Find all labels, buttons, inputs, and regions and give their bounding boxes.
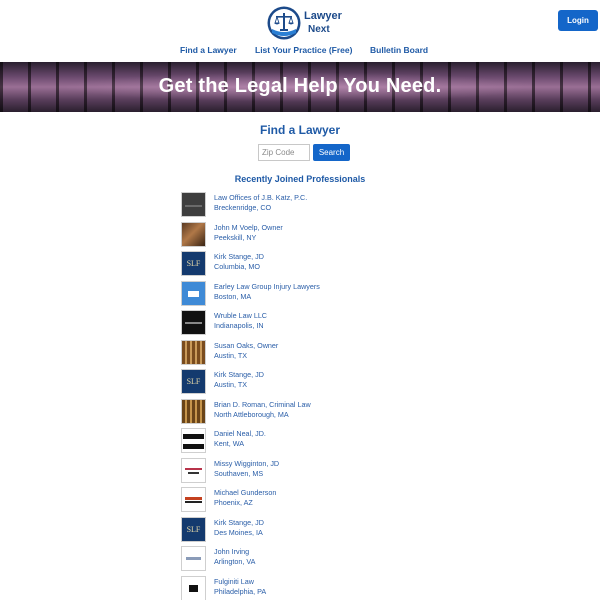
list-item[interactable]: SLF Kirk Stange, JD Des Moines, IA <box>181 516 441 547</box>
professional-name[interactable]: Law Offices of J.B. Katz, P.C. <box>214 193 307 203</box>
professional-name[interactable]: Wruble Law LLC <box>214 311 267 321</box>
firm-logo-icon: SLF <box>186 377 201 386</box>
list-item[interactable]: Law Offices of J.B. Katz, P.C. Breckenrid… <box>181 192 441 222</box>
login-button[interactable]: Login <box>558 10 598 31</box>
nav-list-your-practice[interactable]: List Your Practice (Free) <box>255 45 352 55</box>
professional-location: North Attleborough, MA <box>214 409 289 419</box>
list-item[interactable]: Wruble Law LLC Indianapolis, IN <box>181 310 441 340</box>
logo-line-1: Lawyer <box>304 10 342 22</box>
recently-joined-title: Recently Joined Professionals <box>234 174 366 184</box>
profile-thumbnail[interactable] <box>181 398 206 424</box>
firm-logo-icon: SLF <box>186 259 201 268</box>
list-item[interactable]: SLF Kirk Stange, JD Columbia, MO <box>181 251 441 281</box>
list-item[interactable]: Susan Oaks, Owner Austin, TX <box>181 339 441 370</box>
scales-of-justice-icon <box>267 6 301 40</box>
profile-thumbnail[interactable] <box>181 575 206 600</box>
professional-location: Austin, TX <box>214 380 248 389</box>
professional-name[interactable]: John M Voelp, Owner <box>214 223 283 233</box>
professional-location: Austin, TX <box>214 350 248 360</box>
profile-thumbnail[interactable] <box>181 192 206 217</box>
zip-search-form: Search <box>258 144 350 161</box>
professional-location: Southaven, MS <box>214 468 264 478</box>
list-item[interactable]: Fulginiti Law Philadelphia, PA <box>181 575 441 600</box>
list-item[interactable]: Daniel Neal, JD. Kent, WA <box>181 428 441 458</box>
main-nav: Find a Lawyer List Your Practice (Free) … <box>0 45 600 59</box>
site-logo[interactable]: Lawyer Next <box>266 5 342 41</box>
professional-name[interactable]: Brian D. Roman, Criminal Law <box>214 400 311 410</box>
profile-thumbnail[interactable] <box>181 546 206 571</box>
logo-line-2: Next <box>308 24 330 35</box>
professional-location: Indianapolis, IN <box>214 321 264 330</box>
professional-name[interactable]: Kirk Stange, JD <box>214 252 264 262</box>
profile-thumbnail[interactable] <box>181 280 206 306</box>
profile-thumbnail[interactable] <box>181 487 206 512</box>
list-item[interactable]: John Irving Arlington, VA <box>181 546 441 576</box>
list-item[interactable]: John M Voelp, Owner Peekskill, NY <box>181 221 441 252</box>
zip-code-input[interactable] <box>258 144 310 161</box>
list-item[interactable]: Michael Gunderson Phoenix, AZ <box>181 487 441 517</box>
professional-name[interactable]: Missy Wigginton, JD <box>214 459 279 469</box>
nav-bulletin-board[interactable]: Bulletin Board <box>370 45 428 55</box>
professional-location: Breckenridge, CO <box>214 203 272 212</box>
list-item[interactable]: SLF Kirk Stange, JD Austin, TX <box>181 369 441 399</box>
profile-thumbnail[interactable]: SLF <box>181 251 206 276</box>
profile-thumbnail[interactable] <box>181 339 206 365</box>
professional-name[interactable]: Kirk Stange, JD <box>214 518 264 528</box>
profile-thumbnail[interactable] <box>181 428 206 453</box>
recent-professionals-list: Law Offices of J.B. Katz, P.C. Breckenrid… <box>181 192 441 600</box>
list-item[interactable]: Missy Wigginton, JD Southaven, MS <box>181 457 441 488</box>
professional-name[interactable]: John Irving <box>214 547 255 557</box>
list-item[interactable]: Brian D. Roman, Criminal Law North Attleb… <box>181 398 441 429</box>
profile-thumbnail[interactable] <box>181 221 206 247</box>
profile-thumbnail[interactable]: SLF <box>181 516 206 542</box>
professional-location: Philadelphia, PA <box>214 586 267 596</box>
professional-name[interactable]: Earley Law Group Injury Lawyers <box>214 282 320 292</box>
search-button[interactable]: Search <box>313 144 350 161</box>
hero-title: Get the Legal Help You Need. <box>158 75 442 97</box>
professional-location: Columbia, MO <box>214 262 260 271</box>
hero-banner: Get the Legal Help You Need. <box>0 62 600 112</box>
professional-location: Arlington, VA <box>214 557 256 566</box>
professional-location: Kent, WA <box>214 439 245 448</box>
professional-name[interactable]: Susan Oaks, Owner <box>214 341 278 351</box>
nav-find-a-lawyer[interactable]: Find a Lawyer <box>180 45 237 55</box>
professional-name[interactable]: Kirk Stange, JD <box>214 370 264 380</box>
professional-location: Peekskill, NY <box>214 232 257 242</box>
list-item[interactable]: Earley Law Group Injury Lawyers Boston, M… <box>181 280 441 311</box>
professional-location: Boston, MA <box>214 291 252 301</box>
professional-name[interactable]: Michael Gunderson <box>214 488 276 498</box>
firm-logo-icon: SLF <box>186 524 201 534</box>
profile-thumbnail[interactable] <box>181 457 206 483</box>
professional-name[interactable]: Fulginiti Law <box>214 577 266 587</box>
find-lawyer-title: Find a Lawyer <box>259 123 341 137</box>
profile-thumbnail[interactable]: SLF <box>181 369 206 394</box>
profile-thumbnail[interactable] <box>181 310 206 335</box>
logo-wordmark: Lawyer Next <box>304 10 342 36</box>
professional-location: Des Moines, IA <box>214 527 263 537</box>
professional-name[interactable]: Daniel Neal, JD. <box>214 429 266 439</box>
professional-location: Phoenix, AZ <box>214 498 253 507</box>
